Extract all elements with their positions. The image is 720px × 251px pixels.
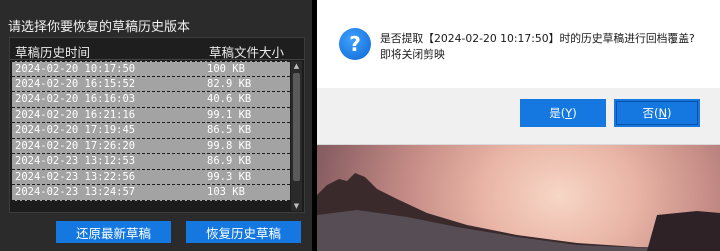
row-size: 99.8 KB xyxy=(207,139,252,152)
dialog-message: 是否提取【2024-02-20 10:17:50】时的历史草稿进行回档覆盖? 即… xyxy=(380,31,715,63)
no-button[interactable]: 否(N) xyxy=(614,99,700,127)
table-body: 2024-02-20 10:17:50 100 KB 2024-02-20 16… xyxy=(12,61,290,201)
table-row[interactable]: 2024-02-20 10:17:50 100 KB xyxy=(12,61,290,77)
row-time: 2024-02-23 13:22:56 xyxy=(15,170,136,183)
table-row[interactable]: 2024-02-20 16:21:16 99.1 KB xyxy=(12,107,290,123)
row-size: 99.3 KB xyxy=(207,170,252,183)
table-row[interactable]: 2024-02-20 17:26:20 99.8 KB xyxy=(12,138,290,154)
dialog-message-line-1: 是否提取【2024-02-20 10:17:50】时的历史草稿进行回档覆盖? xyxy=(380,32,695,45)
header-divider xyxy=(10,59,304,60)
row-time: 2024-02-20 10:17:50 xyxy=(15,63,136,75)
table-row[interactable]: 2024-02-20 16:15:52 82.9 KB xyxy=(12,76,290,92)
dialog-body: ? 是否提取【2024-02-20 10:17:50】时的历史草稿进行回档覆盖?… xyxy=(317,0,720,88)
row-size: 86.5 KB xyxy=(207,124,252,136)
row-time: 2024-02-23 13:24:57 xyxy=(15,186,136,198)
yes-label: 是 xyxy=(549,106,561,120)
row-size: 82.9 KB xyxy=(207,77,252,90)
row-size: 100 KB xyxy=(207,63,245,75)
table-row[interactable]: 2024-02-20 17:19:45 86.5 KB xyxy=(12,123,290,139)
row-time: 2024-02-20 17:26:20 xyxy=(15,139,136,152)
table-row[interactable]: 2024-02-23 13:12:53 86.9 KB xyxy=(12,154,290,170)
row-time: 2024-02-20 16:16:03 xyxy=(15,93,136,105)
row-size: 99.1 KB xyxy=(207,108,252,121)
row-time: 2024-02-20 17:19:45 xyxy=(15,124,136,136)
recover-history-draft-button[interactable]: 恢复历史草稿 xyxy=(186,221,301,243)
row-time: 2024-02-20 16:15:52 xyxy=(15,77,136,90)
restore-latest-draft-button[interactable]: 还原最新草稿 xyxy=(56,221,171,243)
table-row[interactable]: 2024-02-23 13:22:56 99.3 KB xyxy=(12,169,290,185)
table-scrollbar[interactable]: ▲ ▼ xyxy=(291,61,302,211)
draft-history-panel: 请选择你要恢复的草稿历史版本 草稿历史时间 草稿文件大小 2024-02-20 … xyxy=(0,0,312,251)
row-size: 86.9 KB xyxy=(207,155,252,167)
no-hotkey: N xyxy=(658,106,668,120)
question-icon: ? xyxy=(339,28,371,60)
row-size: 103 KB xyxy=(207,186,245,198)
scroll-down-arrow-icon[interactable]: ▼ xyxy=(291,201,302,211)
panel-title: 请选择你要恢复的草稿历史版本 xyxy=(8,20,191,35)
table-header: 草稿历史时间 草稿文件大小 xyxy=(10,38,304,60)
yes-hotkey: Y xyxy=(565,106,573,120)
row-size: 40.6 KB xyxy=(207,93,252,105)
row-time: 2024-02-23 13:12:53 xyxy=(15,155,136,167)
row-time: 2024-02-20 16:21:16 xyxy=(15,108,136,121)
scroll-up-arrow-icon[interactable]: ▲ xyxy=(291,61,302,71)
table-row[interactable]: 2024-02-23 13:24:57 103 KB xyxy=(12,185,290,201)
table-row[interactable]: 2024-02-20 16:16:03 40.6 KB xyxy=(12,92,290,108)
draft-history-table: 草稿历史时间 草稿文件大小 2024-02-20 10:17:50 100 KB… xyxy=(9,37,305,213)
confirm-dialog: ? 是否提取【2024-02-20 10:17:50】时的历史草稿进行回档覆盖?… xyxy=(317,0,720,145)
yes-button[interactable]: 是(Y) xyxy=(520,99,606,127)
no-label: 否 xyxy=(642,106,654,120)
mountain-silhouette xyxy=(317,173,720,251)
scrollbar-thumb[interactable] xyxy=(293,73,300,181)
dialog-message-line-2: 即将关闭剪映 xyxy=(380,48,445,61)
